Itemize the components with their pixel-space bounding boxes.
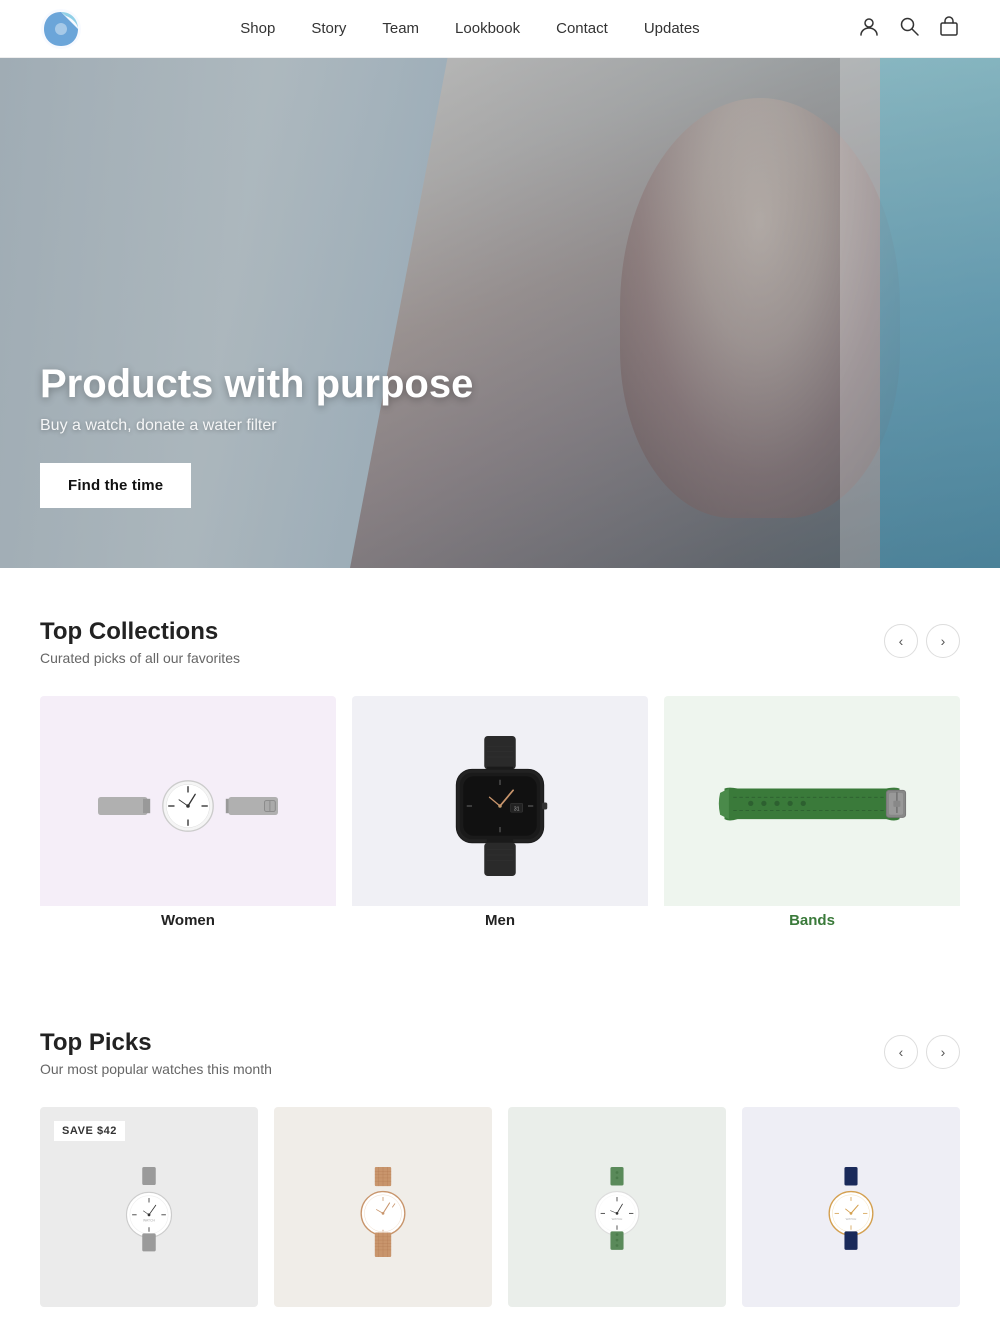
pick-2-image <box>274 1107 492 1307</box>
picks-title-group: Top Picks Our most popular watches this … <box>40 1029 272 1077</box>
collections-title-group: Top Collections Curated picks of all our… <box>40 618 240 666</box>
collection-bands-bg <box>664 696 960 906</box>
chevron-right-icon: › <box>941 1044 946 1060</box>
picks-prev-button[interactable]: ‹ <box>884 1035 918 1069</box>
collection-women-label: Women <box>161 912 215 929</box>
chevron-left-icon: ‹ <box>899 633 904 649</box>
nav-shop[interactable]: Shop <box>240 20 275 37</box>
svg-text:31: 31 <box>514 806 520 812</box>
nav-updates[interactable]: Updates <box>644 20 700 37</box>
pick-card-2[interactable] <box>274 1107 492 1307</box>
svg-text:WATCH: WATCH <box>612 1217 623 1221</box>
collections-prev-button[interactable]: ‹ <box>884 624 918 658</box>
search-icon[interactable] <box>898 15 920 43</box>
nav-story[interactable]: Story <box>311 20 346 37</box>
collection-men-label: Men <box>485 912 515 929</box>
pick-4-image: WATCH <box>742 1107 960 1307</box>
top-picks-section: Top Picks Our most popular watches this … <box>0 979 1000 1337</box>
men-watch-image: 31 <box>430 736 570 876</box>
women-watch-image <box>98 771 278 841</box>
bag-icon[interactable] <box>938 15 960 43</box>
save-badge-1: SAVE $42 <box>54 1121 125 1141</box>
hero-subtitle: Buy a watch, donate a water filter <box>40 417 473 435</box>
navbar: Shop Story Team Lookbook Contact Updates <box>0 0 1000 58</box>
chevron-right-icon: › <box>941 633 946 649</box>
user-icon[interactable] <box>858 15 880 43</box>
hero-accent-2 <box>840 58 880 568</box>
hero-cta-button[interactable]: Find the time <box>40 463 191 508</box>
pick-2-watch-svg <box>338 1167 428 1257</box>
picks-subtitle: Our most popular watches this month <box>40 1061 272 1077</box>
collection-card-men[interactable]: 31 Men <box>352 696 648 949</box>
hero-section: Products with purpose Buy a watch, donat… <box>0 58 1000 568</box>
nav-team[interactable]: Team <box>382 20 419 37</box>
picks-next-button[interactable]: › <box>926 1035 960 1069</box>
hero-accent <box>880 58 1000 568</box>
collections-grid: Women <box>40 696 960 949</box>
picks-title: Top Picks <box>40 1029 272 1057</box>
svg-text:WATCH: WATCH <box>846 1217 857 1221</box>
nav-lookbook[interactable]: Lookbook <box>455 20 520 37</box>
collections-carousel-controls: ‹ › <box>884 624 960 658</box>
nav-contact[interactable]: Contact <box>556 20 608 37</box>
pick-card-3[interactable]: WATCH <box>508 1107 726 1307</box>
collection-card-bands[interactable]: Bands <box>664 696 960 949</box>
collection-bands-label: Bands <box>789 912 835 929</box>
bands-image <box>712 771 912 841</box>
pick-card-4[interactable]: WATCH <box>742 1107 960 1307</box>
picks-carousel-controls: ‹ › <box>884 1035 960 1069</box>
pick-1-watch-svg: WATCH <box>104 1167 194 1257</box>
collections-title: Top Collections <box>40 618 240 646</box>
collections-subtitle: Curated picks of all our favorites <box>40 650 240 666</box>
collection-women-bg <box>40 696 336 906</box>
pick-card-1[interactable]: SAVE $42 WATCH <box>40 1107 258 1307</box>
collection-men-bg: 31 <box>352 696 648 906</box>
top-collections-section: Top Collections Curated picks of all our… <box>0 568 1000 979</box>
logo-icon <box>40 8 82 50</box>
pick-4-watch-svg: WATCH <box>806 1167 896 1257</box>
picks-header: Top Picks Our most popular watches this … <box>40 1029 960 1077</box>
pick-3-image: WATCH <box>508 1107 726 1307</box>
nav-icon-group <box>858 15 960 43</box>
logo[interactable] <box>40 8 82 50</box>
nav-links: Shop Story Team Lookbook Contact Updates <box>240 20 699 38</box>
svg-text:WATCH: WATCH <box>143 1219 156 1223</box>
hero-content: Products with purpose Buy a watch, donat… <box>0 361 513 568</box>
pick-3-watch-svg: WATCH <box>572 1167 662 1257</box>
collections-header: Top Collections Curated picks of all our… <box>40 618 960 666</box>
collections-next-button[interactable]: › <box>926 624 960 658</box>
hero-title: Products with purpose <box>40 361 473 407</box>
chevron-left-icon: ‹ <box>899 1044 904 1060</box>
picks-grid: SAVE $42 WATCH <box>40 1107 960 1307</box>
collection-card-women[interactable]: Women <box>40 696 336 949</box>
